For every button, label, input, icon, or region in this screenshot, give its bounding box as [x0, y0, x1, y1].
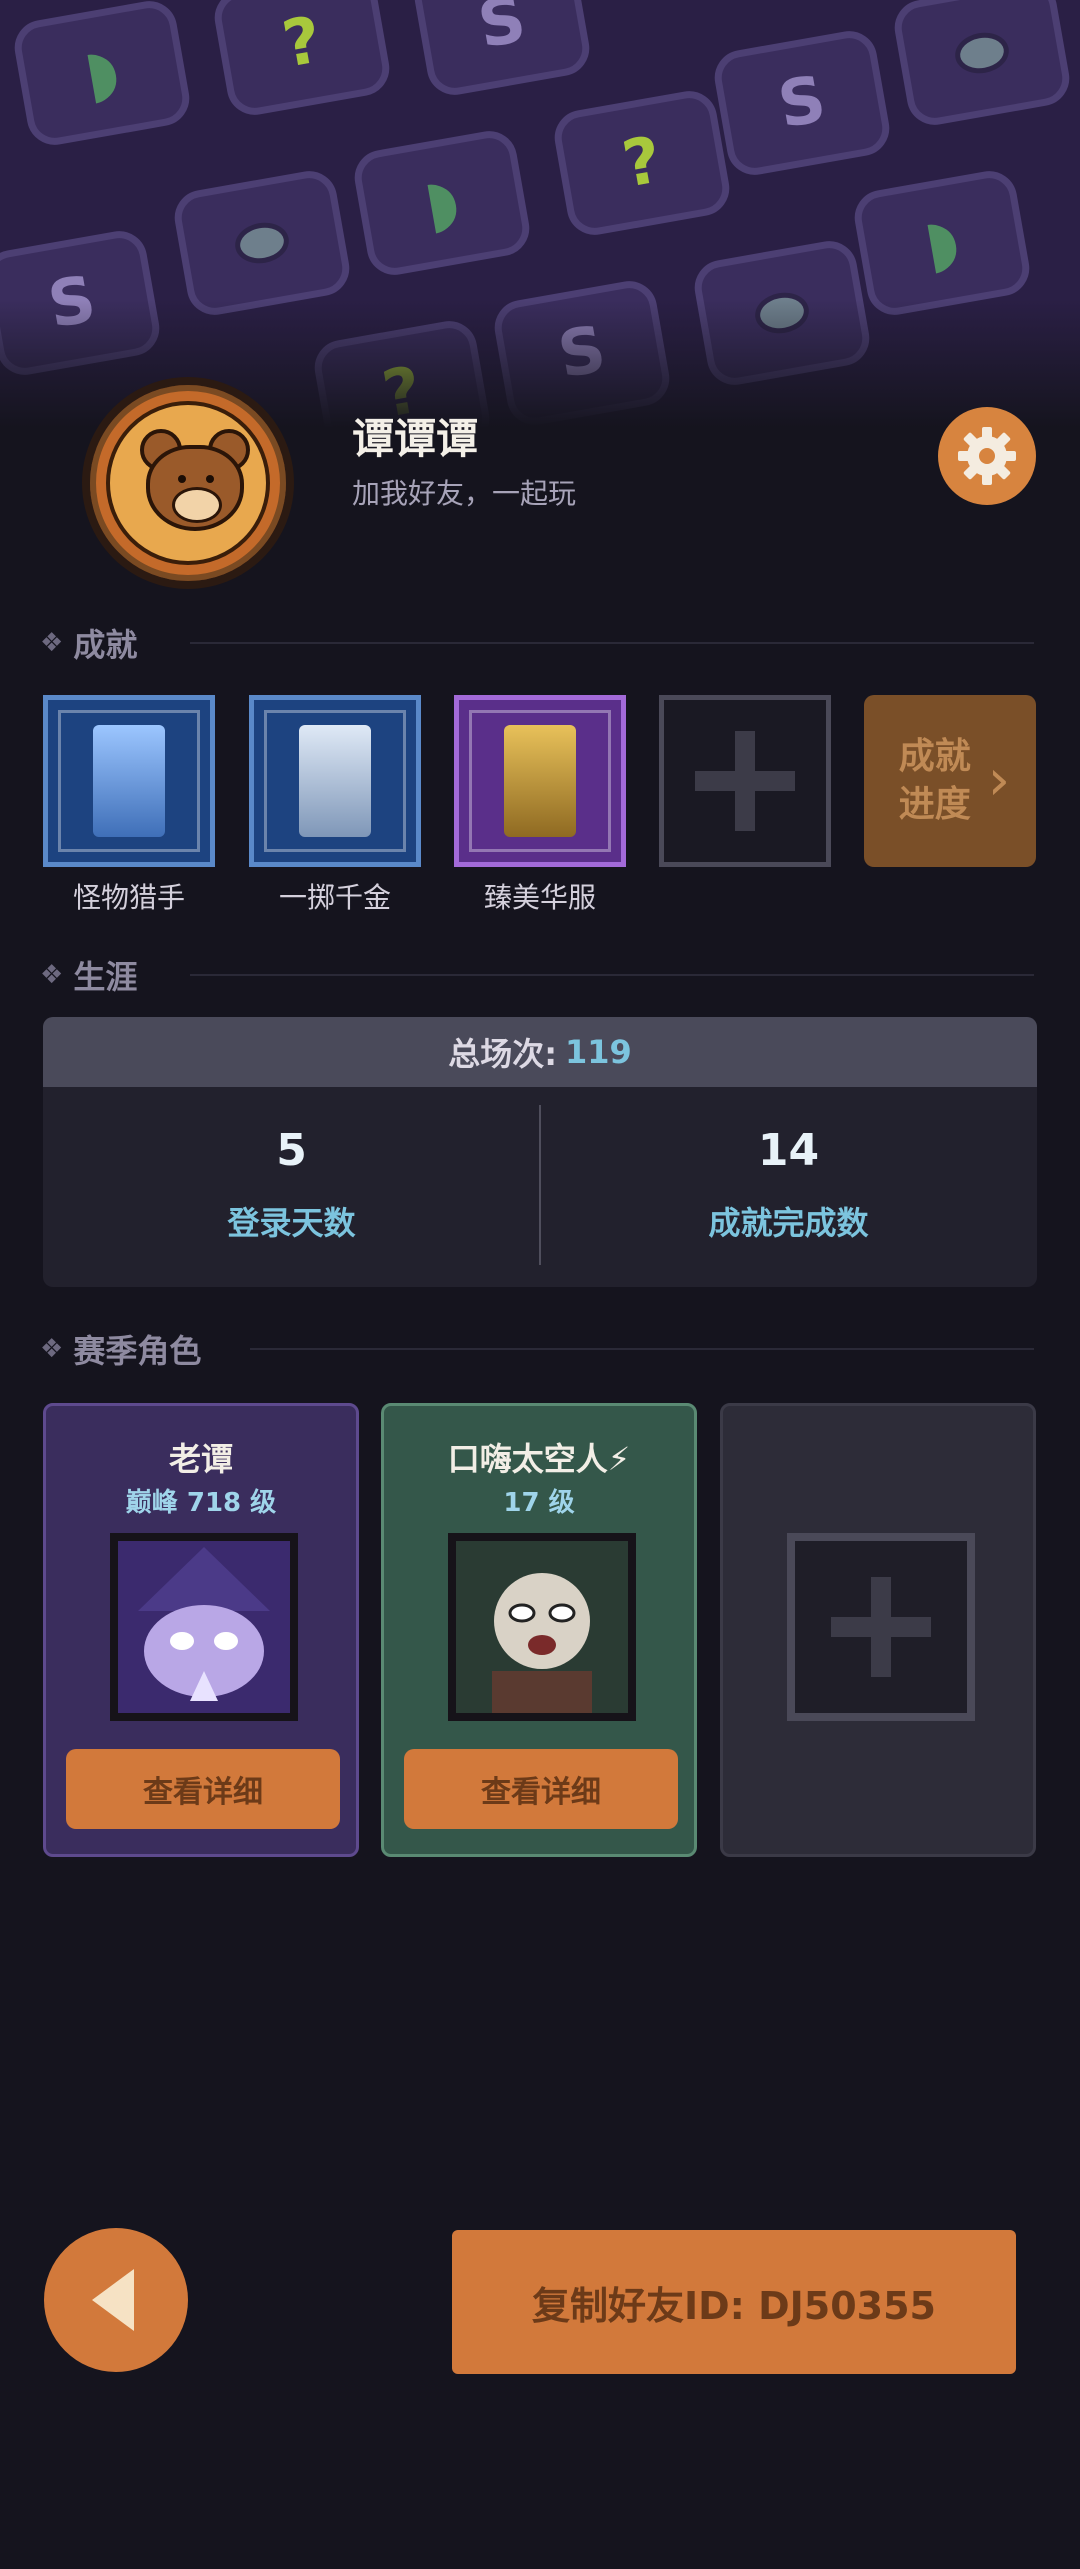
total-matches: 总场次: 119 — [43, 1017, 1037, 1087]
career-section-title: ❖ 生涯 — [40, 958, 138, 996]
chevron-right-icon: › — [987, 748, 1011, 813]
achievement-badge-fine-outfit[interactable] — [454, 695, 626, 867]
hero-card-laotan: 老谭 巅峰 718 级 查看详细 — [43, 1403, 359, 1857]
banner-pattern-tile — [170, 166, 354, 320]
back-arrow-icon — [92, 2269, 134, 2331]
player-name: 谭谭谭 — [352, 414, 479, 463]
player-motto: 加我好友，一起玩 — [352, 477, 577, 510]
card-icon — [299, 725, 371, 837]
plus-icon — [695, 731, 795, 831]
season-heroes-section-title: ❖ 赛季角色 — [40, 1332, 202, 1370]
hero-card-empty[interactable] — [720, 1403, 1036, 1857]
achievement-label: 臻美华服 — [483, 881, 596, 914]
diamond-bullet-icon: ❖ — [40, 1334, 64, 1364]
view-details-button[interactable]: 查看详细 — [66, 1749, 340, 1829]
achievement-badge-monster-hunter[interactable] — [43, 695, 215, 867]
card-icon — [504, 725, 576, 837]
section-divider — [190, 974, 1034, 976]
view-details-button[interactable]: 查看详细 — [404, 1749, 678, 1829]
achievement-slot-empty[interactable] — [659, 695, 831, 867]
hero-level: 17 级 — [503, 1488, 575, 1518]
player-avatar[interactable] — [82, 377, 294, 589]
settings-button[interactable] — [938, 407, 1036, 505]
hero-name: 口嗨太空人⚡ — [447, 1440, 631, 1478]
section-divider — [250, 1348, 1034, 1350]
diamond-bullet-icon: ❖ — [40, 960, 64, 990]
section-divider — [190, 642, 1034, 644]
achievement-badge-big-spender[interactable] — [249, 695, 421, 867]
login-days-stat: 5 登录天数 — [227, 1125, 356, 1242]
banner-pattern-tile: S — [410, 0, 594, 100]
banner-pattern-tile — [890, 0, 1074, 130]
copy-friend-id-button[interactable]: 复制好友ID: DJ50355 — [452, 2230, 1016, 2374]
banner-pattern-tile: ◗ — [350, 126, 534, 280]
plus-icon — [831, 1577, 931, 1677]
career-stats-panel: 总场次: 119 5 登录天数 14 成就完成数 — [43, 1017, 1037, 1287]
diamond-bullet-icon: ❖ — [40, 628, 64, 658]
hero-level: 巅峰 718 级 — [125, 1488, 277, 1518]
banner-pattern-tile: S — [710, 26, 894, 180]
banner-pattern-tile: ◗ — [10, 0, 194, 150]
achievements-done-stat: 14 成就完成数 — [708, 1125, 869, 1242]
achievement-label: 一掷千金 — [278, 881, 391, 914]
banner-pattern-tile: ? — [550, 86, 734, 240]
back-button[interactable] — [44, 2228, 188, 2372]
achievement-label: 怪物猎手 — [72, 881, 185, 914]
hero-card-space-man: 口嗨太空人⚡ 17 级 查看详细 — [381, 1403, 697, 1857]
trophy-icon — [93, 725, 165, 837]
banner-pattern-tile: ◗ — [850, 166, 1034, 320]
hero-portrait — [110, 1533, 298, 1721]
gear-icon — [958, 427, 1016, 485]
hero-portrait — [448, 1533, 636, 1721]
hero-name: 老谭 — [168, 1440, 233, 1478]
achievement-progress-button[interactable]: 成就 进度 › — [864, 695, 1036, 867]
banner-pattern-tile: ? — [210, 0, 394, 120]
achievements-section-title: ❖ 成就 — [40, 626, 138, 664]
